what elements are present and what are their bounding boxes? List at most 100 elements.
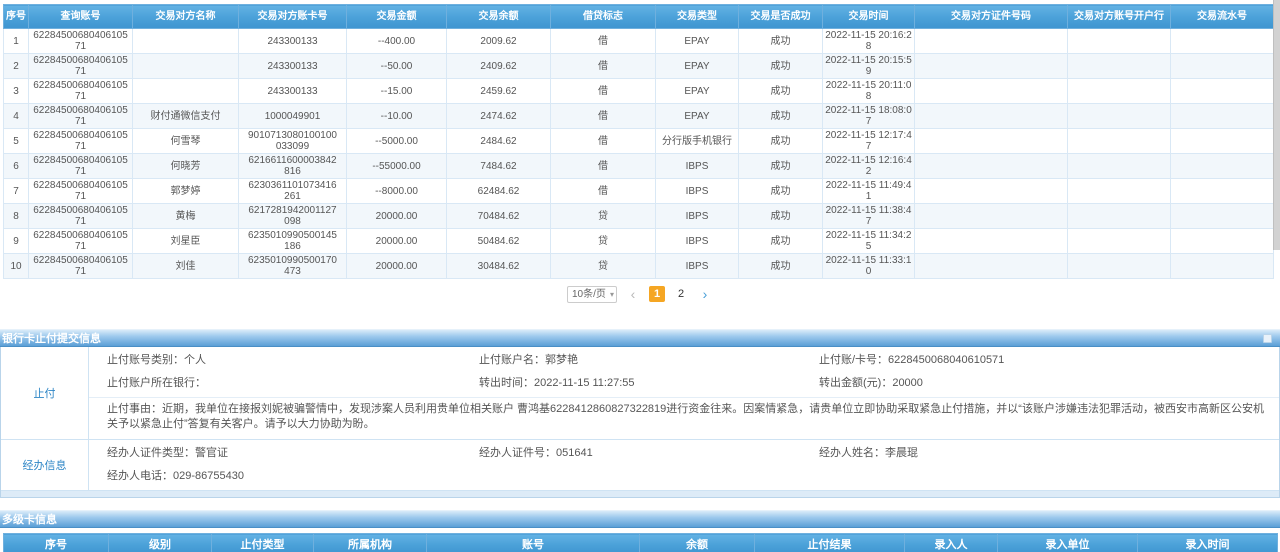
table-cell: 243300133 [239,79,347,104]
table-row: 26228450068040610571243300133--50.002409… [4,54,1274,79]
table-row: 66228450068040610571何晓芳62166116000038428… [4,154,1274,179]
transactions-table: 序号 查询账号 交易对方名称 交易对方账卡号 交易金额 交易余额 借贷标志 交易… [3,4,1274,279]
table-cell: 借 [551,104,656,129]
table-cell: 50484.62 [447,229,551,254]
stop-payment-box: 止付 止付账号类别：个人 止付账户名：郭梦艳 止付账/卡号：6228450068… [0,347,1280,498]
section-gap [0,307,1280,329]
collapse-icon[interactable] [1263,334,1272,343]
page-button-2[interactable]: 2 [673,286,689,302]
page-size-select[interactable]: 10条/页 ▾ [567,286,617,303]
table-cell [1068,179,1171,204]
table-row: 76228450068040610571郭梦婷62303611010734162… [4,179,1274,204]
col-header-seq: 序号 [4,5,29,29]
table-cell: --400.00 [347,29,447,54]
field-handler-phone: 经办人电话：029-86755430 [89,465,479,488]
field-handler-name: 经办人姓名：李晨琨 [819,442,1279,465]
table-cell: 成功 [739,254,823,279]
table-cell [133,29,239,54]
table-cell: 2022-11-15 11:49:41 [823,179,915,204]
table-cell: 刘星臣 [133,229,239,254]
group-label-handler: 经办信息 [1,440,89,490]
page: 序号 查询账号 交易对方名称 交易对方账卡号 交易金额 交易余额 借贷标志 交易… [0,0,1280,552]
page-button-1[interactable]: 1 [649,286,665,302]
table-cell: 6217281942001127098 [239,204,347,229]
multi-card-title-bar: 多级卡信息 [0,510,1280,528]
table-cell: 2022-11-15 11:34:25 [823,229,915,254]
table-cell: --50.00 [347,54,447,79]
field-account-name: 止付账户名：郭梦艳 [479,349,819,372]
table-cell: 1 [4,29,29,54]
table-cell: 3 [4,79,29,104]
table-cell: IBPS [656,204,739,229]
table-cell: 成功 [739,179,823,204]
table-cell: 6228450068040610571 [29,129,133,154]
table-row: 86228450068040610571黄梅621728194200112709… [4,204,1274,229]
pagination: 10条/页 ▾ ‹ 1 2 › [0,281,1280,307]
table-cell: 20000.00 [347,229,447,254]
col-header-entry-person: 录入人 [905,534,998,552]
table-cell: 70484.62 [447,204,551,229]
table-cell: 6235010990500170473 [239,254,347,279]
table-cell: 2459.62 [447,79,551,104]
table-cell: 财付通微信支付 [133,104,239,129]
table-cell: 6228450068040610571 [29,29,133,54]
next-page-button[interactable]: › [697,286,713,302]
table-cell [1068,254,1171,279]
table-cell: 成功 [739,129,823,154]
table-cell: 4 [4,104,29,129]
handler-info-group: 经办信息 经办人证件类型：警官证 经办人证件号：051641 经办人姓名：李晨琨… [1,439,1279,490]
table-cell: 刘佳 [133,254,239,279]
table-cell: 6235010990500145186 [239,229,347,254]
table-cell [915,229,1068,254]
prev-page-button[interactable]: ‹ [625,286,641,302]
table-cell [1068,154,1171,179]
table-cell: 黄梅 [133,204,239,229]
col-header-txn-success: 交易是否成功 [739,5,823,29]
vertical-scrollbar[interactable] [1273,0,1280,250]
table-cell: 6228450068040610571 [29,254,133,279]
table-cell [1171,54,1274,79]
table-cell: 借 [551,29,656,54]
field-stop-reason: 止付事由：近期，我单位在接报刘妮被骗警情中，发现涉案人员利用贵单位相关账户 曹鸿… [89,397,1279,437]
table-cell [1171,229,1274,254]
field-handler-id-type: 经办人证件类型：警官证 [89,442,479,465]
table-cell: 9 [4,229,29,254]
group-label-stop: 止付 [1,347,89,439]
table-cell: 借 [551,154,656,179]
table-cell: IBPS [656,254,739,279]
table-cell: --5000.00 [347,129,447,154]
table-cell [1068,229,1171,254]
table-cell: 借 [551,179,656,204]
table-cell: 6228450068040610571 [29,54,133,79]
table-cell: 贷 [551,254,656,279]
col-header-institution: 所属机构 [314,534,427,552]
field-transfer-time: 转出时间：2022-11-15 11:27:55 [479,372,819,395]
table-cell: 7 [4,179,29,204]
table-cell: 10 [4,254,29,279]
col-header-stop-result: 止付结果 [755,534,905,552]
table-cell [915,29,1068,54]
table-cell: 成功 [739,204,823,229]
table-row: 46228450068040610571财付通微信支付1000049901--1… [4,104,1274,129]
table-cell: 何晓芳 [133,154,239,179]
table-cell [915,154,1068,179]
table-cell: IBPS [656,154,739,179]
table-cell: 6230361101073416261 [239,179,347,204]
table-cell: 30484.62 [447,254,551,279]
col-header-txn-time: 交易时间 [823,5,915,29]
table-cell [915,204,1068,229]
table-row: 16228450068040610571243300133--400.00200… [4,29,1274,54]
table-cell [915,79,1068,104]
table-cell: 6228450068040610571 [29,154,133,179]
col-header-entry-time: 录入时间 [1138,534,1278,552]
transactions-header-row: 序号 查询账号 交易对方名称 交易对方账卡号 交易金额 交易余额 借贷标志 交易… [4,5,1274,29]
table-cell [1171,79,1274,104]
col-header-stop-type: 止付类型 [212,534,314,552]
table-cell [1171,254,1274,279]
col-header-entry-unit: 录入单位 [998,534,1138,552]
table-cell: IBPS [656,229,739,254]
col-header-counterparty-card: 交易对方账卡号 [239,5,347,29]
col-header-seq: 序号 [4,534,109,552]
table-row: 56228450068040610571何雪琴90107130801001000… [4,129,1274,154]
table-cell: 成功 [739,104,823,129]
